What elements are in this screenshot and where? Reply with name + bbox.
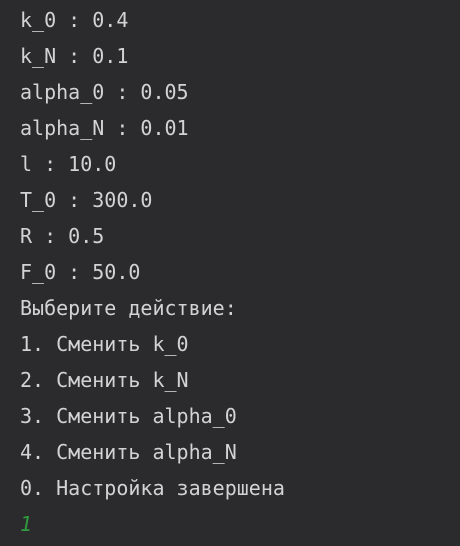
menu-option-1: 1. Сменить k_0 <box>20 332 189 356</box>
menu-prompt: Выберите действие: <box>20 296 237 320</box>
user-input-line[interactable]: 1 <box>20 506 460 542</box>
param-k0-line: k_0 : 0.4 <box>20 8 129 32</box>
menu-option-2: 2. Сменить k_N <box>20 368 189 392</box>
param-alpha0-line: alpha_0 : 0.05 <box>20 80 189 104</box>
menu-option-3: 3. Сменить alpha_0 <box>20 404 237 428</box>
menu-option-4: 4. Сменить alpha_N <box>20 440 237 464</box>
menu-option-0: 0. Настройка завершена <box>20 476 285 500</box>
param-kn-line: k_N : 0.1 <box>20 44 129 68</box>
param-f0-line: F_0 : 50.0 <box>20 260 141 284</box>
param-t0-line: T_0 : 300.0 <box>20 188 153 212</box>
param-r-line: R : 0.5 <box>20 224 105 248</box>
param-alphan-line: alpha_N : 0.01 <box>20 116 189 140</box>
terminal-output[interactable]: k_0 : 0.4 k_N : 0.1 alpha_0 : 0.05 alpha… <box>0 0 460 546</box>
param-l-line: l : 10.0 <box>20 152 117 176</box>
